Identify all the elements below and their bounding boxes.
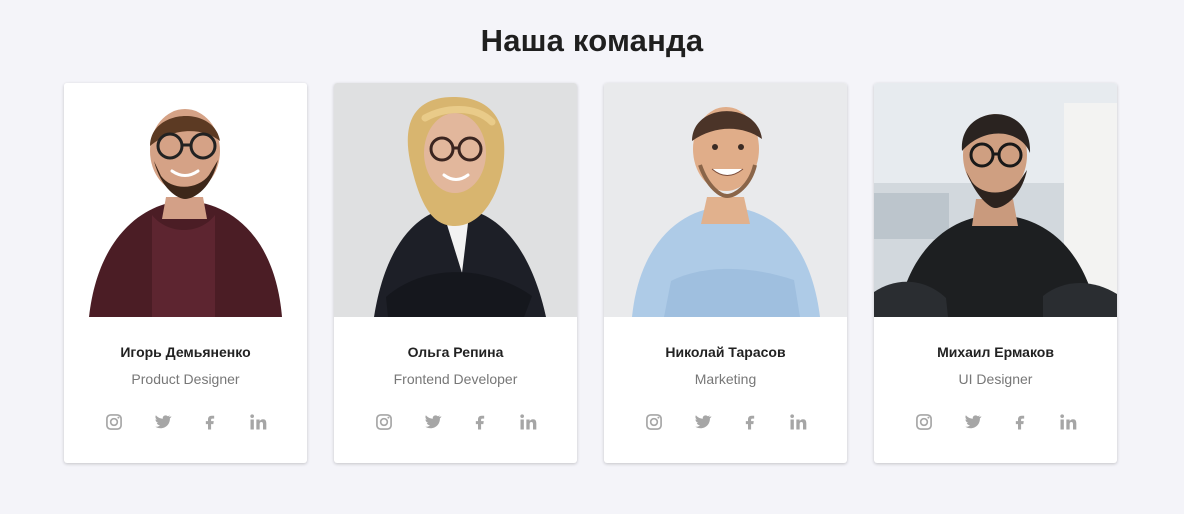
member-info: Игорь Демьяненко Product Designer (64, 317, 307, 463)
member-name: Михаил Ермаков (937, 344, 1054, 360)
twitter-icon[interactable] (422, 412, 442, 432)
section-title: Наша команда (480, 22, 704, 58)
team-card-olga: Ольга Репина Frontend Developer (334, 83, 577, 463)
member-photo (874, 83, 1117, 317)
social-links (874, 412, 1117, 432)
team-card-igor: Игорь Демьяненко Product Designer (64, 83, 307, 463)
facebook-icon[interactable] (470, 412, 490, 432)
social-links (64, 412, 307, 432)
linkedin-icon[interactable] (518, 412, 538, 432)
facebook-icon[interactable] (200, 412, 220, 432)
linkedin-icon[interactable] (788, 412, 808, 432)
twitter-icon[interactable] (962, 412, 982, 432)
twitter-icon[interactable] (152, 412, 172, 432)
member-info: Ольга Репина Frontend Developer (334, 317, 577, 463)
team-section: Наша команда Игорь Демьяненко Product De… (0, 0, 1184, 514)
member-name: Ольга Репина (407, 344, 504, 360)
facebook-icon[interactable] (740, 412, 760, 432)
instagram-icon[interactable] (374, 412, 394, 432)
member-role: Marketing (694, 371, 757, 387)
member-photo (64, 83, 307, 317)
team-grid: Игорь Демьяненко Product Designer Ольга … (64, 83, 1117, 463)
instagram-icon[interactable] (644, 412, 664, 432)
instagram-icon[interactable] (914, 412, 934, 432)
social-links (604, 412, 847, 432)
team-card-mikhail: Михаил Ермаков UI Designer (874, 83, 1117, 463)
member-photo (334, 83, 577, 317)
member-role: Frontend Developer (393, 371, 518, 387)
linkedin-icon[interactable] (248, 412, 268, 432)
team-card-nikolay: Николай Тарасов Marketing (604, 83, 847, 463)
facebook-icon[interactable] (1010, 412, 1030, 432)
twitter-icon[interactable] (692, 412, 712, 432)
member-name: Игорь Демьяненко (120, 344, 251, 360)
member-role: UI Designer (958, 371, 1033, 387)
member-role: Product Designer (131, 371, 240, 387)
member-photo (604, 83, 847, 317)
member-name: Николай Тарасов (665, 344, 786, 360)
social-links (334, 412, 577, 432)
member-info: Николай Тарасов Marketing (604, 317, 847, 463)
instagram-icon[interactable] (104, 412, 124, 432)
linkedin-icon[interactable] (1058, 412, 1078, 432)
member-info: Михаил Ермаков UI Designer (874, 317, 1117, 463)
